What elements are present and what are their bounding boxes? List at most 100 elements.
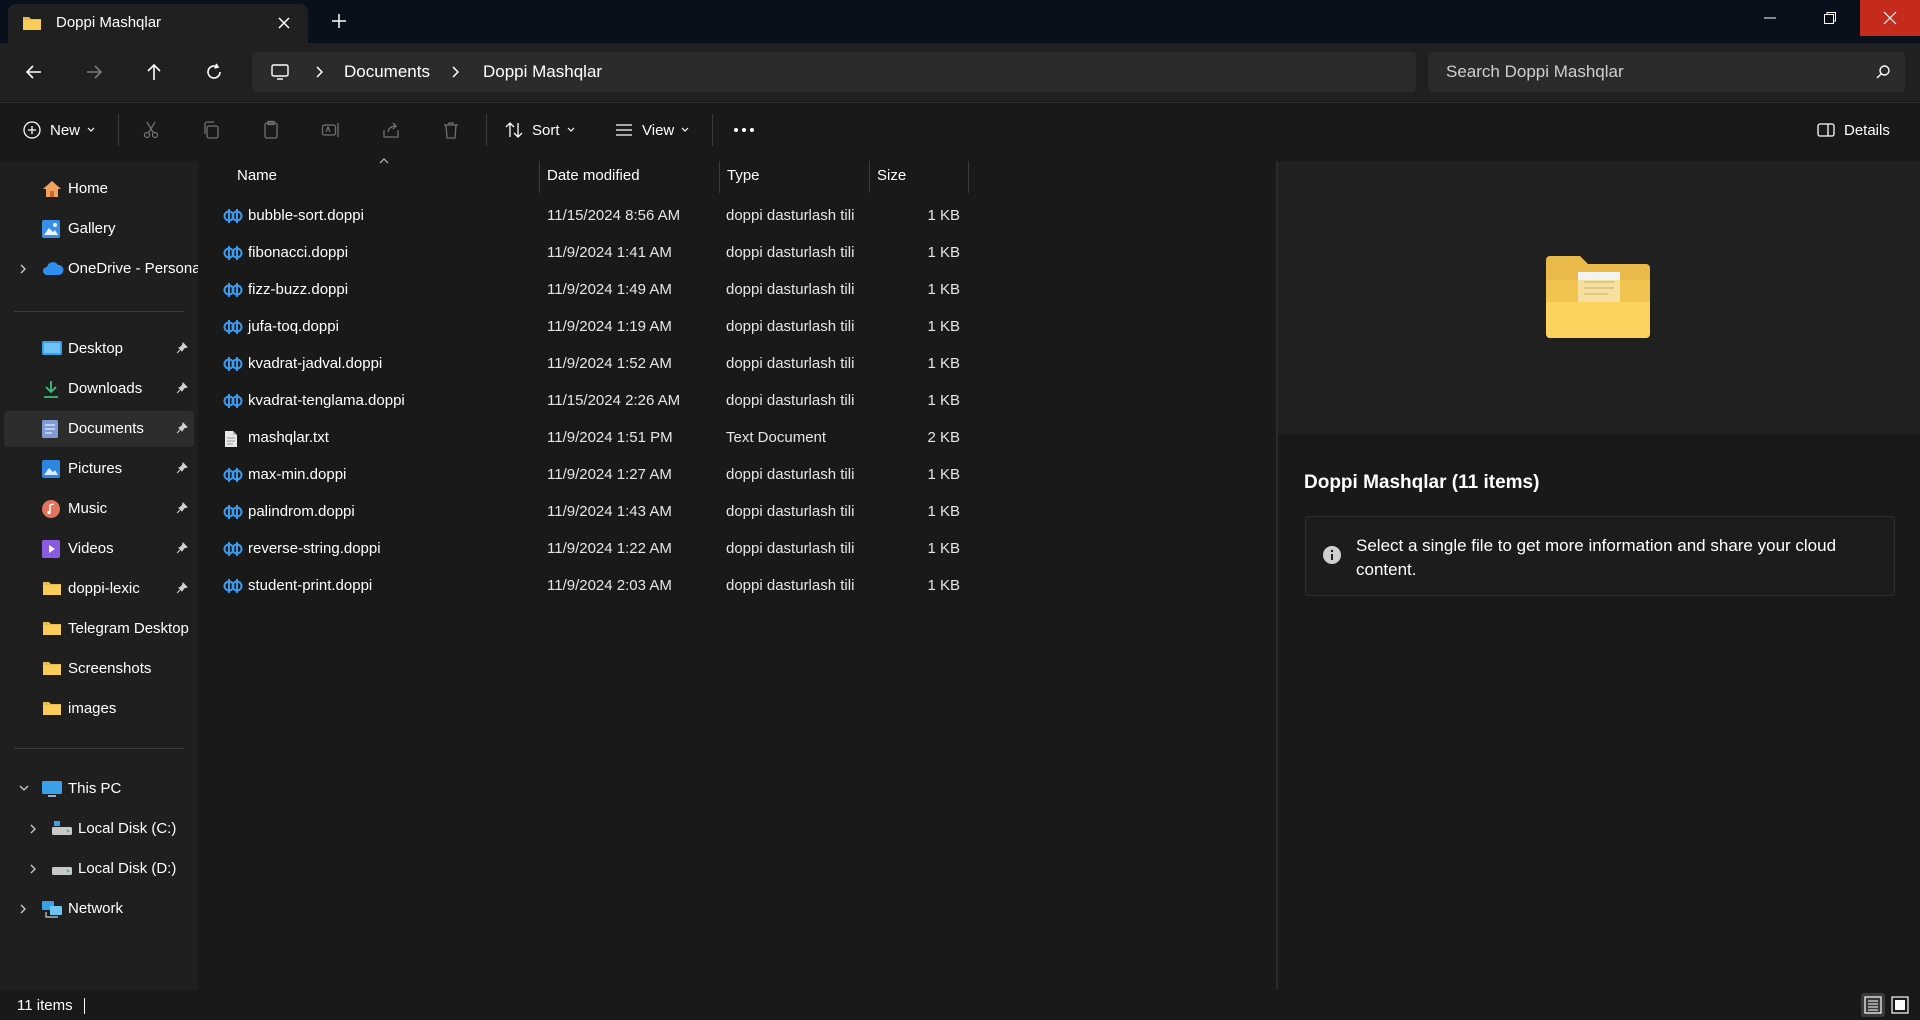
column-header-name[interactable]: Name — [237, 167, 277, 184]
column-separator[interactable] — [968, 161, 969, 193]
forward-arrow-icon[interactable] — [84, 62, 104, 82]
more-options-icon[interactable] — [732, 120, 756, 140]
table-row[interactable]: bubble-sort.doppi 11/15/2024 8:56 AM dop… — [210, 199, 970, 235]
table-row[interactable]: max-min.doppi 11/9/2024 1:27 AM doppi da… — [210, 458, 970, 494]
pin-icon[interactable] — [176, 422, 188, 434]
details-button[interactable]: Details — [1816, 120, 1890, 140]
back-arrow-icon[interactable] — [24, 62, 44, 82]
restore-button[interactable] — [1800, 0, 1860, 36]
chevron-right-icon[interactable] — [28, 863, 38, 875]
window-close-button[interactable] — [1860, 0, 1920, 36]
doppi-file-icon — [223, 504, 243, 520]
chevron-down-icon — [566, 126, 576, 134]
sidebar-item-images[interactable]: images — [4, 691, 194, 727]
doppi-file-icon — [223, 282, 243, 298]
sidebar-item-telegram-desktop[interactable]: Telegram Desktop — [4, 611, 194, 647]
file-name: jufa-toq.doppi — [248, 318, 339, 335]
cut-icon[interactable] — [141, 120, 161, 140]
breadcrumb[interactable]: Documents Doppi Mashqlar — [252, 52, 1416, 92]
sidebar-item-local-disk-c[interactable]: Local Disk (C:) — [4, 811, 194, 847]
pin-icon[interactable] — [176, 342, 188, 354]
sidebar-item-onedrive[interactable]: OneDrive - Persona — [4, 251, 201, 287]
up-arrow-icon[interactable] — [144, 62, 164, 82]
sidebar-item-downloads[interactable]: Downloads — [4, 371, 194, 407]
sidebar-item-home[interactable]: Home — [4, 171, 194, 207]
details-label: Details — [1844, 121, 1890, 139]
column-separator[interactable] — [539, 161, 540, 193]
table-row[interactable]: mashqlar.txt 11/9/2024 1:51 PM Text Docu… — [210, 421, 970, 457]
crumb-documents[interactable]: Documents — [344, 62, 430, 82]
rename-icon[interactable] — [321, 120, 341, 140]
delete-icon[interactable] — [441, 120, 461, 140]
home-icon — [42, 180, 61, 198]
chevron-down-icon[interactable] — [18, 783, 30, 793]
chevron-right-icon[interactable] — [314, 65, 326, 79]
sidebar-item-music[interactable]: Music — [4, 491, 194, 527]
copy-icon[interactable] — [201, 120, 221, 140]
refresh-icon[interactable] — [204, 62, 224, 82]
documents-icon — [42, 420, 60, 438]
chevron-right-icon[interactable] — [18, 903, 28, 915]
details-info-box: Select a single file to get more informa… — [1305, 516, 1895, 596]
search-input[interactable]: Search Doppi Mashqlar — [1428, 52, 1905, 92]
close-icon[interactable] — [276, 15, 292, 31]
chevron-right-icon[interactable] — [28, 823, 38, 835]
file-size: 1 KB — [927, 318, 960, 335]
new-button[interactable]: New — [22, 120, 96, 140]
column-header-size[interactable]: Size — [877, 167, 906, 184]
sidebar-item-local-disk-d[interactable]: Local Disk (D:) — [4, 851, 194, 887]
pin-icon[interactable] — [176, 582, 188, 594]
sidebar-item-network[interactable]: Network — [4, 891, 194, 927]
column-separator[interactable] — [869, 161, 870, 193]
file-size: 1 KB — [927, 244, 960, 261]
status-divider — [84, 998, 85, 1014]
sidebar-item-this-pc[interactable]: This PC — [4, 771, 194, 807]
cloud-icon — [42, 260, 64, 278]
view-button[interactable]: View — [614, 120, 690, 140]
search-icon[interactable] — [1875, 64, 1891, 80]
pin-icon[interactable] — [176, 382, 188, 394]
minimize-button[interactable] — [1740, 0, 1800, 36]
column-separator[interactable] — [719, 161, 720, 193]
plus-icon[interactable] — [330, 12, 348, 30]
table-row[interactable]: kvadrat-jadval.doppi 11/9/2024 1:52 AM d… — [210, 347, 970, 383]
table-row[interactable]: kvadrat-tenglama.doppi 11/15/2024 2:26 A… — [210, 384, 970, 420]
sidebar-item-documents[interactable]: Documents — [4, 411, 194, 447]
file-name: student-print.doppi — [248, 577, 373, 594]
table-row[interactable]: jufa-toq.doppi 11/9/2024 1:19 AM doppi d… — [210, 310, 970, 346]
tiles-view-button[interactable] — [1888, 993, 1912, 1017]
sidebar-item-doppi-lexic[interactable]: doppi-lexic — [4, 571, 194, 607]
monitor-icon[interactable] — [270, 62, 290, 82]
file-type: doppi dasturlash tili — [726, 207, 855, 224]
sort-label: Sort — [532, 121, 560, 139]
chevron-down-icon — [680, 126, 690, 134]
table-row[interactable]: student-print.doppi 11/9/2024 2:03 AM do… — [210, 569, 970, 605]
pin-icon[interactable] — [176, 542, 188, 554]
doppi-file-icon — [223, 208, 243, 224]
table-row[interactable]: fibonacci.doppi 11/9/2024 1:41 AM doppi … — [210, 236, 970, 272]
column-header-type[interactable]: Type — [727, 167, 760, 184]
file-type: doppi dasturlash tili — [726, 318, 855, 335]
pin-icon[interactable] — [176, 502, 188, 514]
sidebar-item-gallery[interactable]: Gallery — [4, 211, 194, 247]
details-view-button[interactable] — [1861, 993, 1885, 1017]
file-name: bubble-sort.doppi — [248, 207, 364, 224]
sidebar-item-desktop[interactable]: Desktop — [4, 331, 194, 367]
column-header-date[interactable]: Date modified — [547, 167, 640, 184]
chevron-right-icon[interactable] — [450, 65, 462, 79]
paste-icon[interactable] — [261, 120, 281, 140]
pin-icon[interactable] — [176, 462, 188, 474]
sidebar-item-pictures[interactable]: Pictures — [4, 451, 194, 487]
crumb-current-folder[interactable]: Doppi Mashqlar — [483, 62, 602, 82]
share-icon[interactable] — [381, 120, 401, 140]
table-row[interactable]: fizz-buzz.doppi 11/9/2024 1:49 AM doppi … — [210, 273, 970, 309]
window-tab[interactable]: Doppi Mashqlar — [8, 4, 308, 43]
sidebar-item-label: This PC — [68, 780, 122, 797]
chevron-right-icon[interactable] — [18, 263, 28, 275]
sort-button[interactable]: Sort — [504, 120, 576, 140]
table-row[interactable]: palindrom.doppi 11/9/2024 1:43 AM doppi … — [210, 495, 970, 531]
sidebar-item-videos[interactable]: Videos — [4, 531, 194, 567]
sidebar-item-screenshots[interactable]: Screenshots — [4, 651, 194, 687]
sidebar-item-label: Desktop — [68, 340, 124, 357]
table-row[interactable]: reverse-string.doppi 11/9/2024 1:22 AM d… — [210, 532, 970, 568]
